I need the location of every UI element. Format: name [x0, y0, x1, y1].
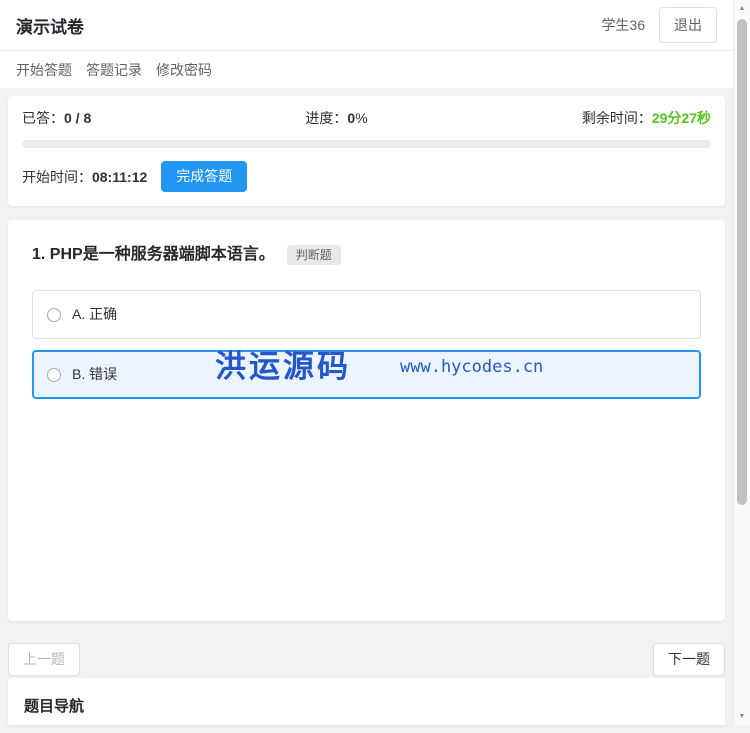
next-question-button[interactable]: 下一题: [653, 643, 725, 676]
time-remaining: 剩余时间：29分27秒: [581, 110, 711, 126]
progress-bar: [22, 140, 711, 148]
header-right: 学生36 退出: [601, 7, 717, 43]
status-card: 已答：0 / 8 进度：0% 剩余时间：29分27秒 开始时间：08:11:12…: [8, 96, 725, 206]
question-title: 1. PHP是一种服务器端脚本语言。: [32, 246, 275, 263]
status-row: 已答：0 / 8 进度：0% 剩余时间：29分27秒: [22, 110, 711, 127]
start-time-row: 开始时间：08:11:12 完成答题: [22, 161, 711, 192]
question-type-badge: 判断题: [286, 245, 341, 265]
header: 演示试卷 学生36 退出: [0, 0, 733, 51]
answered-count: 已答：0 / 8: [22, 110, 92, 126]
question-title-row: 1. PHP是一种服务器端脚本语言。 判断题: [32, 244, 701, 266]
radio-icon[interactable]: [47, 307, 61, 322]
previous-question-button[interactable]: 上一题: [8, 643, 80, 676]
scrollbar-up-arrow-icon[interactable]: ▲: [734, 0, 750, 17]
user-name: 学生36: [601, 17, 645, 33]
page: 演示试卷 学生36 退出 开始答题 答题记录 修改密码 已答：0 / 8 进度：…: [0, 0, 733, 725]
scrollbar-down-arrow-icon[interactable]: ▼: [734, 708, 750, 725]
question-nav-card: 题目导航: [8, 678, 725, 725]
radio-icon[interactable]: [47, 367, 61, 382]
nav-bar: 开始答题 答题记录 修改密码: [0, 51, 733, 88]
question-nav-title: 题目导航: [24, 698, 85, 715]
time-remaining-value: 29分27秒: [651, 110, 711, 126]
logout-button[interactable]: 退出: [659, 7, 717, 43]
page-title: 演示试卷: [16, 17, 84, 37]
option-a[interactable]: A. 正确: [32, 290, 701, 339]
option-b-label: B. 错误: [72, 366, 118, 382]
scrollbar-thumb[interactable]: [737, 19, 747, 505]
nav-item-answer-records[interactable]: 答题记录: [79, 60, 149, 80]
nav-item-start-answering[interactable]: 开始答题: [9, 60, 79, 80]
main-content: 已答：0 / 8 进度：0% 剩余时间：29分27秒 开始时间：08:11:12…: [0, 88, 733, 733]
progress-percent: 进度：0%: [305, 110, 368, 126]
option-b[interactable]: B. 错误: [32, 350, 701, 399]
finish-exam-button[interactable]: 完成答题: [161, 161, 248, 192]
option-a-label: A. 正确: [72, 306, 118, 322]
pagination: 上一题 下一题: [8, 643, 725, 676]
options-list: A. 正确 B. 错误: [32, 290, 701, 399]
scrollbar[interactable]: ▲ ▼: [733, 0, 750, 725]
question-card: 1. PHP是一种服务器端脚本语言。 判断题 A. 正确 B. 错误: [8, 220, 725, 621]
nav-item-change-password[interactable]: 修改密码: [149, 60, 219, 80]
start-time: 开始时间：08:11:12: [22, 168, 148, 185]
